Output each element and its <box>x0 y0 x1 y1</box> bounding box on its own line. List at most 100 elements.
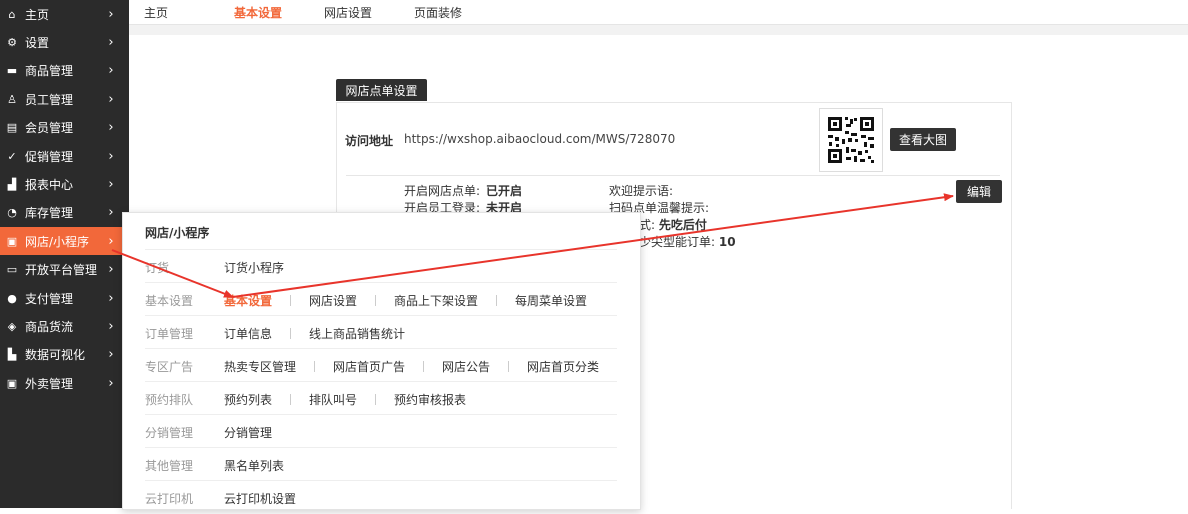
menu-row: 云打印机 云打印机设置 <box>145 480 617 514</box>
chevron-right-icon: › <box>108 205 114 221</box>
chevron-right-icon: › <box>108 148 114 164</box>
chevron-right-icon: › <box>108 91 114 107</box>
menu-link-separator <box>314 361 316 372</box>
menu-link[interactable]: 线上商品销售统计 <box>309 325 405 342</box>
sidebar-item-takeout[interactable]: ▣ 外卖管理 › <box>0 369 129 397</box>
sidebar-item-label: 外卖管理 <box>25 376 74 391</box>
sidebar-item-chart[interactable]: ▙ 数据可视化 › <box>0 341 129 369</box>
menu-link[interactable]: 网店首页广告 <box>333 358 405 375</box>
menu-link[interactable]: 预约列表 <box>224 391 272 408</box>
view-large-qr-button[interactable]: 查看大图 <box>890 128 956 151</box>
stock-icon: ◔ <box>7 206 17 220</box>
sidebar-item-label: 商品货流 <box>25 319 74 334</box>
menu-link-separator <box>290 295 292 306</box>
menu-link[interactable]: 基本设置 <box>224 292 272 309</box>
setting-online-order-label: 开启网店点单: <box>404 184 481 198</box>
menu-links: 预约列表 排队叫号 预约审核报表 <box>224 391 466 408</box>
menu-link[interactable]: 网店公告 <box>442 358 490 375</box>
sidebar: ⌂ 主页 › ⚙ 设置 › ▬ 商品管理 › ♙ 员工管理 › ▤ 会员管理 › ✓ 促销管理 › ▟ 报表中心 › ◔ 库… <box>0 0 129 508</box>
menu-links: 分销管理 <box>224 424 272 441</box>
chevron-right-icon: › <box>108 176 114 192</box>
url-label: 访问地址 <box>345 134 394 148</box>
menu-link[interactable]: 网店首页分类 <box>527 358 599 375</box>
sidebar-item-promotion[interactable]: ✓ 促销管理 › <box>0 142 129 170</box>
panel-tab-online-order-settings[interactable]: 网店点单设置 <box>336 79 427 101</box>
menu-link[interactable]: 商品上下架设置 <box>394 292 478 309</box>
menu-row: 订单管理 订单信息 线上商品销售统计 <box>145 315 617 349</box>
menu-link[interactable]: 网店设置 <box>309 292 357 309</box>
menu-category: 订单管理 <box>145 327 194 341</box>
setting-mode-label: 式: <box>639 218 659 232</box>
menu-link-separator <box>290 328 292 339</box>
chevron-right-icon: › <box>108 120 114 136</box>
promotion-icon: ✓ <box>7 149 17 163</box>
sidebar-item-payment[interactable]: ● 支付管理 › <box>0 284 129 312</box>
menu-links: 订货小程序 <box>224 259 284 276</box>
sidebar-item-label: 主页 <box>25 7 50 22</box>
sidebar-item-staff[interactable]: ♙ 员工管理 › <box>0 85 129 113</box>
qr-code <box>819 108 883 172</box>
menu-link[interactable]: 热卖专区管理 <box>224 358 296 375</box>
sidebar-item-label: 支付管理 <box>25 291 74 306</box>
menu-link[interactable]: 分销管理 <box>224 424 272 441</box>
member-icon: ▤ <box>6 121 18 135</box>
menu-link[interactable]: 云打印机设置 <box>224 490 296 507</box>
menu-row: 其他管理 黑名单列表 <box>145 447 617 481</box>
menu-link[interactable]: 黑名单列表 <box>224 457 284 474</box>
menu-row: 专区广告 热卖专区管理 网店首页广告 网店公告 网店首页分类 <box>145 348 617 382</box>
menu-link[interactable]: 排队叫号 <box>309 391 357 408</box>
staff-icon: ♙ <box>7 92 17 106</box>
tab-home[interactable]: 主页 <box>144 4 168 21</box>
menu-link[interactable]: 订单信息 <box>224 325 272 342</box>
sidebar-item-label: 设置 <box>25 35 50 50</box>
setting-min-orders-label: 少尖型能订单: <box>639 235 719 249</box>
sidebar-item-gear[interactable]: ⚙ 设置 › <box>0 28 129 56</box>
sidebar-item-home[interactable]: ⌂ 主页 › <box>0 0 129 28</box>
chevron-right-icon: › <box>108 290 114 306</box>
menu-row: 预约排队 预约列表 排队叫号 预约审核报表 <box>145 381 617 415</box>
menu-link[interactable]: 每周菜单设置 <box>515 292 587 309</box>
menu-links: 订单信息 线上商品销售统计 <box>224 325 405 342</box>
menu-link-separator <box>375 394 377 405</box>
chevron-right-icon: › <box>108 262 114 278</box>
sidebar-item-report[interactable]: ▟ 报表中心 › <box>0 170 129 198</box>
edit-button[interactable]: 编辑 <box>956 180 1002 203</box>
url-value: https://wxshop.aibaocloud.com/MWS/728070 <box>404 132 676 146</box>
menu-links: 云打印机设置 <box>224 490 296 507</box>
menu-link[interactable]: 订货小程序 <box>224 259 284 276</box>
tab-page-decoration[interactable]: 页面装修 <box>414 4 462 21</box>
menu-link-separator <box>508 361 510 372</box>
menu-link[interactable]: 预约审核报表 <box>394 391 466 408</box>
shop-miniprogram-dropdown: 网店/小程序 订货 订货小程序 基本设置 基本设置 网店设置 商品上下架设置 每周菜单设置订… <box>122 212 641 510</box>
menu-row: 基本设置 基本设置 网店设置 商品上下架设置 每周菜单设置 <box>145 282 617 316</box>
sidebar-item-stock[interactable]: ◔ 库存管理 › <box>0 199 129 227</box>
setting-online-order-value: 已开启 <box>486 184 523 198</box>
chevron-right-icon: › <box>108 63 114 79</box>
sidebar-item-goods[interactable]: ▬ 商品管理 › <box>0 57 129 85</box>
goods-icon: ▬ <box>6 64 18 78</box>
setting-min-orders-partial: 少尖型能订单: 10 <box>639 233 736 250</box>
monitor-icon: ▭ <box>6 263 18 277</box>
panel-divider <box>346 175 1000 176</box>
logistics-icon: ◈ <box>7 319 17 333</box>
tab-shop-settings[interactable]: 网店设置 <box>324 4 372 21</box>
sidebar-item-label: 报表中心 <box>25 177 74 192</box>
menu-row: 订货 订货小程序 <box>145 249 617 283</box>
chevron-right-icon: › <box>108 34 114 50</box>
menu-link-separator <box>375 295 377 306</box>
tab-basic-settings[interactable]: 基本设置 <box>234 4 282 21</box>
sidebar-item-label: 商品管理 <box>25 64 74 79</box>
sidebar-item-label: 开放平台管理 <box>25 263 98 278</box>
sidebar-item-label: 库存管理 <box>25 206 74 221</box>
sidebar-item-logistics[interactable]: ◈ 商品货流 › <box>0 312 129 340</box>
setting-welcome-label: 欢迎提示语: <box>609 184 674 198</box>
menu-row: 分销管理 分销管理 <box>145 414 617 448</box>
menu-category: 预约排队 <box>145 393 194 407</box>
setting-mode-label-partial: 式: 先吃后付 <box>639 216 707 233</box>
sidebar-item-member[interactable]: ▤ 会员管理 › <box>0 114 129 142</box>
sidebar-item-shop[interactable]: ▣ 网店/小程序 › <box>0 227 129 256</box>
menu-category: 其他管理 <box>145 459 194 473</box>
gear-icon: ⚙ <box>7 35 17 49</box>
setting-mode-value: 先吃后付 <box>658 218 707 232</box>
sidebar-item-monitor[interactable]: ▭ 开放平台管理 › <box>0 256 129 284</box>
